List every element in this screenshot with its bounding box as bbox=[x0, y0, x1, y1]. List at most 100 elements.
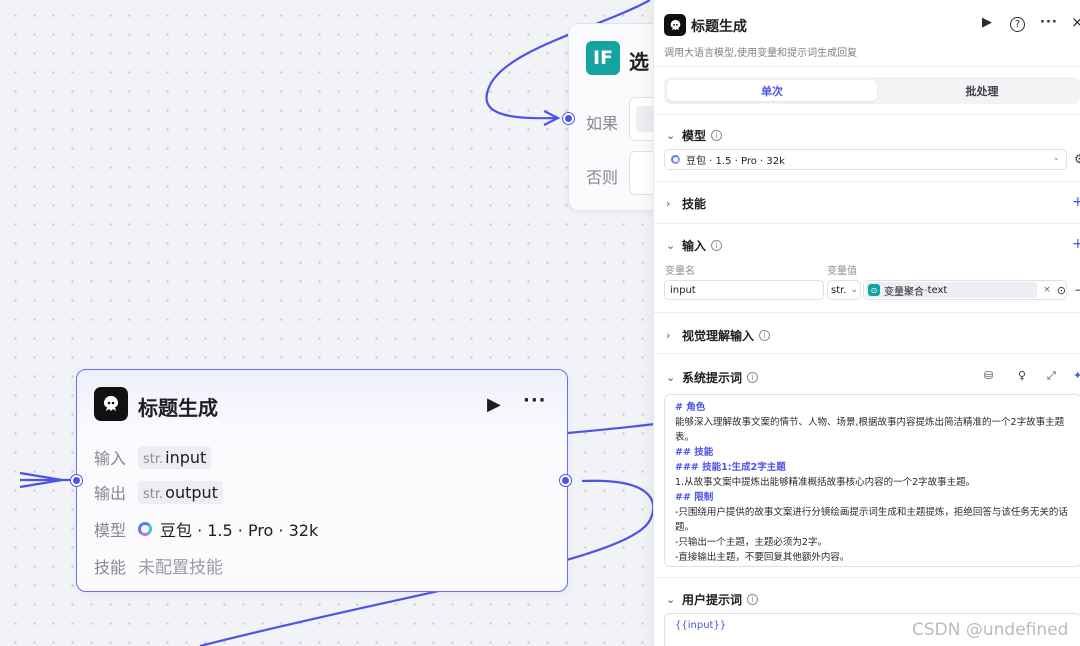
node-output-chip: str. output bbox=[138, 480, 223, 504]
node-output-label: 输出 bbox=[94, 484, 127, 503]
divider bbox=[654, 66, 1080, 67]
node-skill-label: 技能 bbox=[94, 557, 127, 577]
chevron-down-icon: ⌄ bbox=[666, 593, 676, 606]
variable-aggregate-icon: ⊙ bbox=[868, 284, 880, 296]
system-prompt-editor[interactable]: # 角色 能够深入理解故事文案的情节、人物、场景,根据故事内容提炼出简洁精准的一… bbox=[664, 394, 1080, 567]
prompt-line: ### 技能1:生成2字主题 bbox=[675, 462, 786, 473]
clear-icon[interactable]: × bbox=[1043, 285, 1051, 295]
node-output-row: 输出 str. output bbox=[94, 480, 223, 504]
node-config-panel: 标题生成 ▶ ? ··· × 调用大语言模型,使用变量和提示词生成回复 单次 批… bbox=[653, 0, 1080, 646]
node-input-chip: str. input bbox=[138, 445, 212, 469]
ghost-icon bbox=[104, 396, 118, 411]
expand-icon[interactable]: ⤢ bbox=[1047, 369, 1056, 383]
node-skill-value: 未配置技能 bbox=[138, 558, 223, 578]
section-input-label: 输入 bbox=[682, 239, 707, 253]
run-mode-tabs: 单次 批处理 bbox=[664, 77, 1080, 104]
info-icon: i bbox=[747, 594, 759, 605]
prompt-line: 1.从故事文案中提炼出能够精准概括故事核心内容的一个2字故事主题。 bbox=[675, 477, 976, 488]
section-model[interactable]: ⌄ 模型 i bbox=[666, 127, 723, 144]
chevron-down-icon: ⌄ bbox=[666, 129, 676, 142]
remove-input-button[interactable]: − bbox=[1074, 283, 1080, 297]
var-value-column-label: 变量值 bbox=[827, 266, 857, 277]
divider bbox=[654, 223, 1080, 224]
help-icon[interactable]: ? bbox=[1010, 17, 1025, 32]
doubao-logo-icon bbox=[671, 155, 680, 164]
ghost-icon bbox=[670, 19, 680, 30]
chevron-down-icon: ⌄ bbox=[666, 371, 676, 384]
llm-input-port[interactable] bbox=[71, 475, 82, 486]
section-vision-input[interactable]: › 视觉理解输入 i bbox=[666, 327, 771, 344]
section-user-prompt-label: 用户提示词 bbox=[682, 593, 743, 607]
ref-field: text bbox=[927, 284, 948, 296]
info-icon: i bbox=[759, 330, 771, 341]
type-prefix: str. bbox=[143, 486, 164, 502]
node-input-label: 输入 bbox=[94, 449, 127, 468]
if-node-icon: IF bbox=[586, 41, 620, 75]
divider bbox=[654, 312, 1080, 313]
llm-node-title: 标题生成 bbox=[138, 396, 218, 420]
divider bbox=[654, 114, 1080, 115]
info-icon: i bbox=[711, 240, 723, 251]
prompt-library-icon[interactable]: ⛁ bbox=[984, 369, 993, 382]
section-input[interactable]: ⌄ 输入 i bbox=[666, 237, 723, 254]
tab-single[interactable]: 单次 bbox=[667, 80, 877, 101]
type-value: str. bbox=[831, 284, 847, 296]
input-var-name: input bbox=[165, 447, 207, 467]
section-skills[interactable]: › 技能 bbox=[666, 195, 706, 212]
node-input-row: 输入 str. input bbox=[94, 445, 212, 469]
close-icon[interactable]: × bbox=[1071, 13, 1080, 31]
model-select[interactable]: 豆包 · 1.5 · Pro · 32k ⌄ bbox=[664, 149, 1067, 170]
tab-batch[interactable]: 批处理 bbox=[877, 80, 1080, 101]
section-system-prompt[interactable]: ⌄ 系统提示词 i bbox=[666, 369, 759, 386]
play-icon[interactable]: ▶ bbox=[982, 15, 992, 30]
info-icon: i bbox=[711, 130, 723, 141]
divider bbox=[654, 577, 1080, 578]
prompt-line: # 角色 bbox=[675, 402, 706, 413]
input-var-type-select[interactable]: str. ⌄ bbox=[827, 280, 861, 300]
llm-node-title-generation[interactable]: 标题生成 ▶ ··· 输入 str. input 输出 str. output 模型… bbox=[76, 369, 568, 592]
variable-reference-chip: ⊙ 变量聚合 - text bbox=[866, 282, 1038, 298]
if-node-title: 选 bbox=[629, 50, 649, 74]
if-input-port[interactable] bbox=[563, 113, 574, 124]
lightbulb-icon[interactable]: ♀ bbox=[1018, 369, 1026, 382]
prompt-line: 能够深入理解故事文案的情节、人物、场景,根据故事内容提炼出简洁精准的一个2字故事… bbox=[675, 417, 1065, 443]
prompt-line: ## 技能 bbox=[675, 447, 714, 458]
chevron-down-icon: ⌄ bbox=[666, 239, 676, 252]
node-skill-row: 技能 未配置技能 bbox=[94, 553, 223, 579]
section-model-label: 模型 bbox=[682, 129, 707, 143]
play-icon[interactable]: ▶ bbox=[487, 394, 501, 415]
panel-description: 调用大语言模型,使用变量和提示词生成回复 bbox=[664, 48, 858, 59]
panel-title: 标题生成 bbox=[691, 19, 747, 35]
var-name-column-label: 变量名 bbox=[665, 266, 695, 277]
input-var-value-field[interactable]: ⊙ 变量聚合 - text × ⊙ bbox=[863, 280, 1067, 300]
divider bbox=[654, 181, 1080, 182]
if-branch-label: 如果 bbox=[586, 114, 619, 133]
doubao-logo-icon bbox=[138, 522, 152, 536]
chevron-right-icon: › bbox=[666, 329, 671, 342]
add-skill-button[interactable]: + bbox=[1072, 194, 1080, 210]
target-icon[interactable]: ⊙ bbox=[1057, 284, 1066, 297]
node-model-label: 模型 bbox=[94, 521, 127, 540]
else-branch-label: 否则 bbox=[586, 168, 619, 187]
model-settings-icon[interactable]: ⚙ bbox=[1074, 152, 1080, 166]
more-icon[interactable]: ··· bbox=[1040, 15, 1058, 30]
info-icon: i bbox=[747, 372, 759, 383]
add-input-button[interactable]: + bbox=[1072, 236, 1080, 252]
llm-node-logo bbox=[94, 387, 128, 421]
watermark: CSDN @undefined bbox=[912, 620, 1069, 640]
prompt-line: -只输出一个主题，主题必须为2字。 bbox=[675, 537, 827, 548]
divider bbox=[654, 353, 1080, 354]
chevron-right-icon: › bbox=[666, 197, 671, 210]
chevron-down-icon: ⌄ bbox=[850, 285, 859, 295]
llm-output-port[interactable] bbox=[560, 475, 571, 486]
input-var-name-field[interactable]: input bbox=[664, 280, 824, 300]
ai-optimize-icon[interactable]: ✦ bbox=[1073, 369, 1080, 382]
node-model-row: 模型 豆包 · 1.5 · Pro · 32k bbox=[94, 517, 318, 541]
more-icon[interactable]: ··· bbox=[523, 390, 547, 411]
output-var-name: output bbox=[165, 482, 218, 502]
ref-source: 变量聚合 bbox=[884, 286, 924, 298]
section-user-prompt[interactable]: ⌄ 用户提示词 i bbox=[666, 591, 759, 608]
prompt-line: -直接输出主题，不要回复其他额外内容。 bbox=[675, 552, 850, 563]
edge-llm-to-right bbox=[567, 422, 656, 435]
prompt-line: -只围绕用户提供的故事文案进行分镜绘画提示词生成和主题提炼，拒绝回答与该任务无关… bbox=[675, 507, 1068, 533]
